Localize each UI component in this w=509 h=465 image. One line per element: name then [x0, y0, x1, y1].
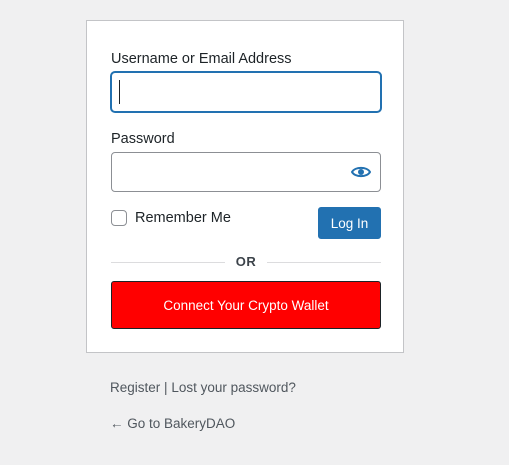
- or-text: OR: [235, 254, 257, 269]
- register-link[interactable]: Register: [110, 380, 160, 395]
- login-page: Username or Email Address Password Remem…: [0, 0, 509, 465]
- show-password-button[interactable]: [350, 162, 372, 182]
- lost-password-link[interactable]: Lost your password?: [171, 380, 296, 395]
- or-divider: OR: [111, 253, 381, 271]
- nav-separator: |: [164, 380, 168, 395]
- password-input[interactable]: [111, 152, 381, 192]
- remember-me-checkbox[interactable]: [111, 210, 127, 226]
- login-nav: Register | Lost your password?: [110, 380, 296, 395]
- login-form: Username or Email Address Password Remem…: [86, 20, 404, 353]
- text-caret: [119, 80, 120, 104]
- remember-me[interactable]: Remember Me: [111, 210, 231, 226]
- password-label: Password: [111, 131, 175, 147]
- back-to-site-link[interactable]: ← Go to BakeryDAO: [110, 416, 235, 431]
- back-arrow-icon: ←: [110, 416, 124, 431]
- username-input[interactable]: [111, 72, 381, 112]
- remember-me-label: Remember Me: [135, 210, 231, 226]
- login-button[interactable]: Log In: [318, 207, 381, 239]
- connect-wallet-button[interactable]: Connect Your Crypto Wallet: [111, 281, 381, 329]
- back-link-label: Go to BakeryDAO: [127, 416, 236, 431]
- eye-icon: [351, 166, 371, 178]
- username-label: Username or Email Address: [111, 51, 292, 67]
